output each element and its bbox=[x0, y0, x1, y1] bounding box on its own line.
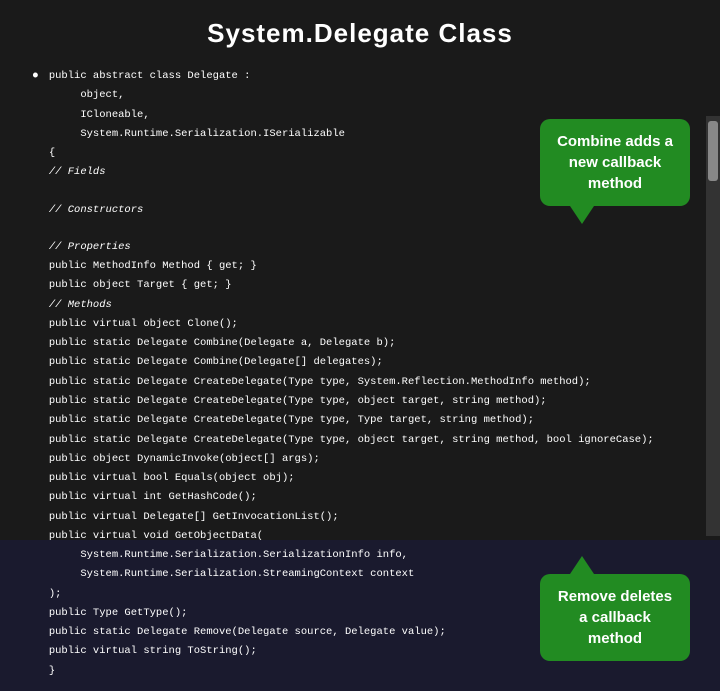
properties-comment: // Properties bbox=[49, 241, 131, 253]
slide: System.Delegate Class • public abstract … bbox=[0, 0, 720, 540]
callout-remove: Remove deletes a callback method bbox=[540, 574, 690, 661]
slide-title: System.Delegate Class bbox=[0, 0, 720, 61]
class-declaration: public abstract class Delegate : object,… bbox=[49, 70, 345, 159]
scrollbar-thumb[interactable] bbox=[708, 121, 718, 181]
callout-combine: Combine adds a new callback method bbox=[540, 119, 690, 206]
constructors-comment: // Constructors bbox=[49, 204, 144, 216]
fields-comment: // Fields bbox=[49, 166, 106, 178]
content-area: • public abstract class Delegate : objec… bbox=[0, 61, 720, 691]
scrollbar-track[interactable] bbox=[706, 116, 720, 536]
callout-combine-text: Combine adds a new callback method bbox=[557, 133, 673, 192]
callout-remove-text: Remove deletes a callback method bbox=[558, 588, 672, 647]
bullet-point: • bbox=[30, 67, 41, 87]
methods-comment: // Methods bbox=[49, 299, 112, 311]
properties-code: public MethodInfo Method { get; } public… bbox=[49, 260, 257, 291]
